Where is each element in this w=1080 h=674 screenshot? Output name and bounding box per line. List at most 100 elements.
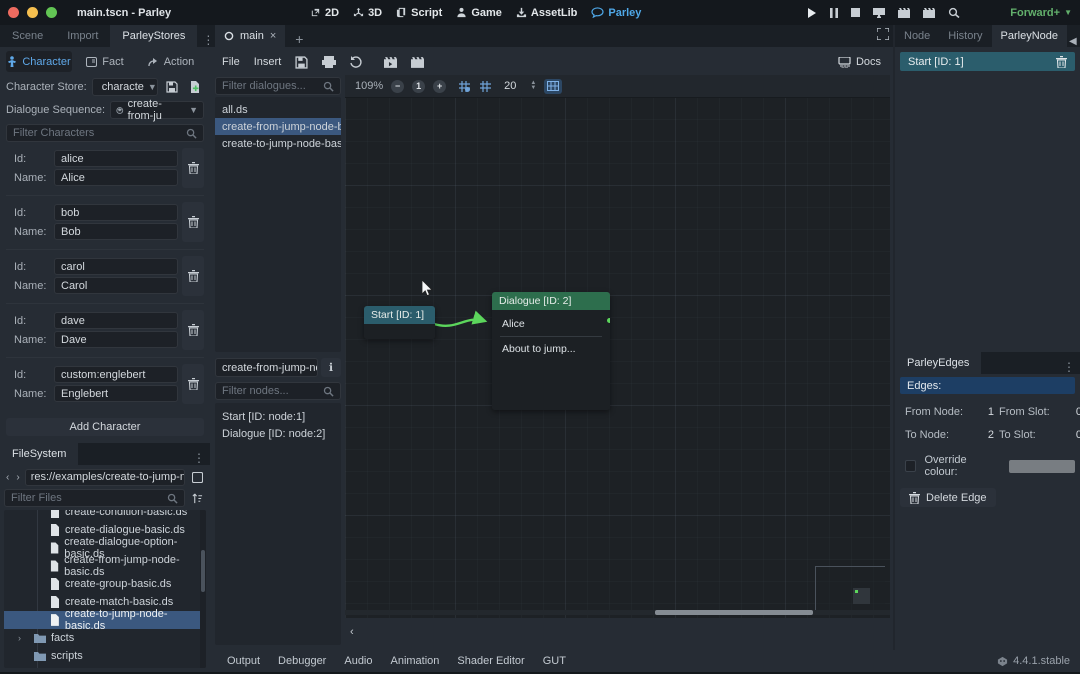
file-row[interactable]: create-from-jump-node-basic.ds: [4, 557, 206, 575]
character-name-field[interactable]: Carol: [54, 277, 178, 294]
bottom-tab-gut[interactable]: GUT: [536, 655, 573, 667]
character-name-field[interactable]: Bob: [54, 223, 178, 240]
delete-character-button[interactable]: [182, 202, 204, 242]
tab-parleystores[interactable]: ParleyStores: [110, 25, 197, 47]
bottom-tab-animation[interactable]: Animation: [384, 655, 447, 667]
character-name-field[interactable]: Dave: [54, 331, 178, 348]
file-row-selected[interactable]: create-to-jump-node-basic.ds: [4, 611, 206, 629]
close-tab-icon[interactable]: ×: [270, 30, 276, 42]
character-id-field[interactable]: custom:englebert: [54, 366, 178, 383]
minimize-window-icon[interactable]: [27, 7, 38, 18]
override-colour-checkbox[interactable]: [905, 460, 916, 472]
zoom-out-button[interactable]: −: [391, 80, 404, 93]
renderer-selector[interactable]: Forward+ ▼: [1010, 0, 1072, 25]
dialogue-list-item[interactable]: all.ds: [215, 101, 341, 118]
bottom-tab-shader-editor[interactable]: Shader Editor: [450, 655, 531, 667]
dialogue-list-item[interactable]: create-to-jump-node-basi...: [215, 135, 341, 152]
graph-hscrollbar[interactable]: [345, 610, 890, 615]
prev-object-icon[interactable]: ◀: [1067, 36, 1079, 47]
dialogue-node[interactable]: Dialogue [ID: 2] Alice About to jump...: [492, 292, 610, 410]
reset-view-button[interactable]: [350, 56, 362, 68]
grid-size-spinner[interactable]: ▲▼: [530, 81, 536, 91]
workspace-game[interactable]: Game: [456, 7, 502, 19]
save-dialogue-button[interactable]: [295, 56, 308, 69]
filter-files-input[interactable]: Filter Files: [4, 489, 185, 507]
split-view-icon[interactable]: [188, 468, 206, 486]
dock-menu-icon[interactable]: ⋮: [1058, 360, 1080, 374]
filesystem-path[interactable]: res://examples/create-to-jump-nod: [25, 469, 185, 486]
output-port-icon[interactable]: [607, 318, 610, 323]
delete-character-button[interactable]: [182, 148, 204, 188]
workspace-assetlib[interactable]: AssetLib: [516, 7, 577, 19]
collapse-panel-icon[interactable]: ‹: [350, 626, 354, 638]
workspace-script[interactable]: Script: [396, 7, 442, 19]
dock-menu-icon[interactable]: ⋮: [188, 451, 210, 465]
folder-row[interactable]: › facts: [4, 629, 206, 647]
bottom-tab-output[interactable]: Output: [220, 655, 267, 667]
grid-size-value[interactable]: 20: [500, 80, 516, 92]
tab-action[interactable]: Action: [138, 51, 204, 72]
close-window-icon[interactable]: [8, 7, 19, 18]
file-row[interactable]: create-condition-basic.ds: [4, 510, 206, 521]
grid-toggle-icon[interactable]: [479, 80, 492, 93]
character-store-dropdown[interactable]: characte ▼: [92, 78, 158, 96]
zoom-in-button[interactable]: +: [433, 80, 446, 93]
delete-node-button[interactable]: [1056, 56, 1067, 68]
test-from-node-button[interactable]: [411, 57, 424, 68]
bottom-tab-audio[interactable]: Audio: [337, 655, 379, 667]
tab-character[interactable]: Character: [6, 51, 72, 72]
delete-character-button[interactable]: [182, 364, 204, 404]
scrollbar-thumb[interactable]: [655, 610, 813, 615]
add-tab-button[interactable]: +: [285, 31, 313, 47]
file-tree-scrollbar[interactable]: [200, 510, 206, 668]
test-dialogue-button[interactable]: [384, 57, 397, 68]
insert-menu[interactable]: Insert: [254, 56, 282, 68]
character-name-field[interactable]: Alice: [54, 169, 178, 186]
movie-maker-icon[interactable]: [948, 7, 960, 18]
delete-character-button[interactable]: [182, 256, 204, 296]
filter-characters-input[interactable]: Filter Characters: [6, 124, 204, 142]
workspace-3d[interactable]: 3D: [353, 7, 382, 19]
add-character-button[interactable]: Add Character: [6, 418, 204, 436]
pause-icon[interactable]: [830, 8, 838, 18]
distraction-free-icon[interactable]: [877, 28, 889, 40]
sequence-info-button[interactable]: ℹ: [321, 358, 341, 377]
colour-swatch[interactable]: [1009, 460, 1075, 473]
character-name-field[interactable]: Englebert: [54, 385, 178, 402]
selected-node-item[interactable]: Start [ID: 1]: [900, 52, 1075, 71]
dialogue-list-item-selected[interactable]: create-from-jump-node-b...: [215, 118, 341, 135]
folder-row[interactable]: scripts: [4, 647, 206, 665]
run-current-scene-icon[interactable]: [898, 8, 910, 18]
spin-down-icon[interactable]: ▼: [530, 86, 536, 91]
minimap-toggle-icon[interactable]: [544, 79, 562, 94]
dialogue-sequence-dropdown[interactable]: create-from-ju ▼: [110, 101, 204, 119]
run-project-icon[interactable]: [873, 8, 885, 18]
nav-back-icon[interactable]: ‹: [4, 472, 11, 483]
sequence-name-input[interactable]: create-from-jump-nod: [215, 358, 318, 377]
snap-toggle-icon[interactable]: [458, 80, 471, 93]
tab-parleynode[interactable]: ParleyNode: [992, 25, 1067, 47]
delete-character-button[interactable]: [182, 310, 204, 350]
zoom-window-icon[interactable]: [46, 7, 57, 18]
character-id-field[interactable]: alice: [54, 150, 178, 167]
character-id-field[interactable]: bob: [54, 204, 178, 221]
export-dialogue-button[interactable]: [322, 56, 336, 68]
save-store-button[interactable]: [163, 78, 181, 96]
nav-forward-icon[interactable]: ›: [14, 472, 21, 483]
node-list-item[interactable]: Start [ID: node:1]: [215, 408, 341, 425]
chevron-right-icon[interactable]: ›: [18, 633, 21, 643]
character-id-field[interactable]: dave: [54, 312, 178, 329]
tab-node[interactable]: Node: [895, 25, 939, 47]
character-id-field[interactable]: carol: [54, 258, 178, 275]
file-row[interactable]: create-group-basic.ds: [4, 575, 206, 593]
version-info[interactable]: 4.4.1.stable: [997, 655, 1070, 667]
tab-main-scene[interactable]: main ×: [215, 25, 285, 47]
file-menu[interactable]: File: [222, 56, 240, 68]
graph-minimap[interactable]: [815, 566, 885, 610]
delete-edge-button[interactable]: Delete Edge: [900, 488, 996, 507]
node-list-item[interactable]: Dialogue [ID: node:2]: [215, 425, 341, 442]
tab-scene[interactable]: Scene: [0, 25, 55, 47]
tab-import[interactable]: Import: [55, 25, 110, 47]
play-icon[interactable]: [807, 8, 817, 18]
docs-button[interactable]: Docs: [838, 56, 881, 68]
